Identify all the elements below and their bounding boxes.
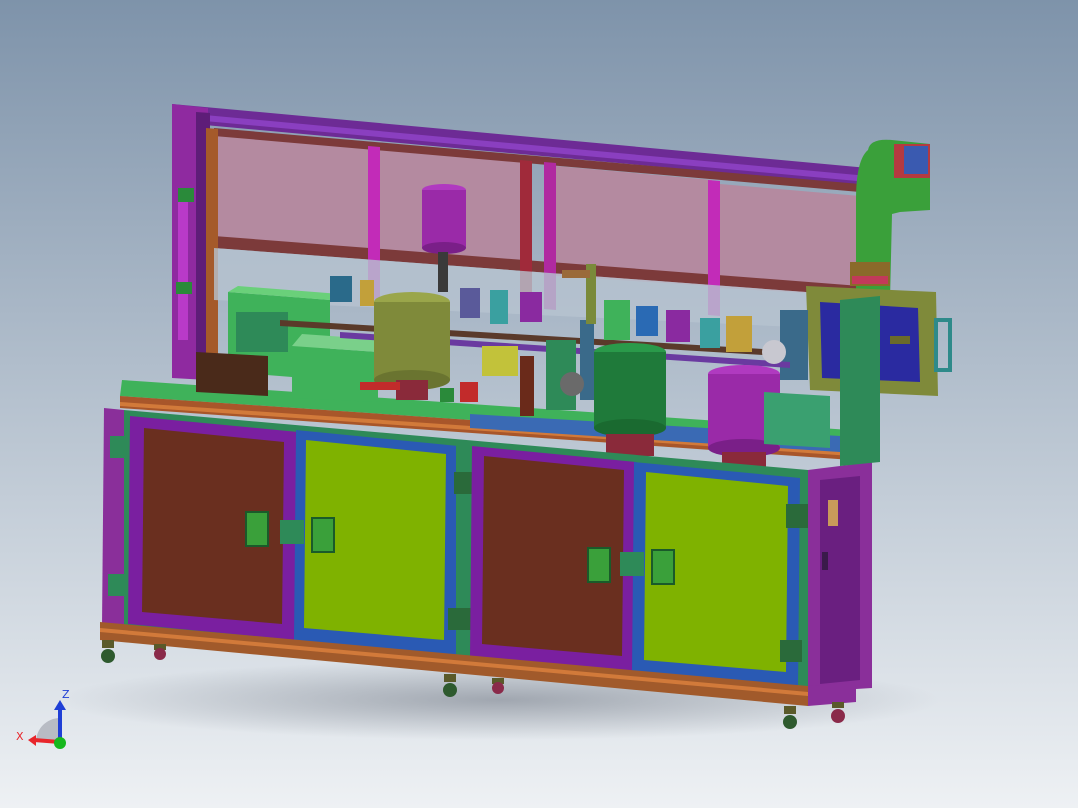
right-pedestal — [764, 392, 830, 448]
right-side-latch — [828, 500, 838, 526]
door-hinge-icon — [280, 520, 304, 544]
caster-wheel-icon — [154, 644, 166, 660]
left-column-slot — [178, 190, 188, 340]
cabinet-door-1[interactable] — [128, 416, 298, 640]
door-handle-icon[interactable] — [245, 511, 269, 547]
right-post-bracket — [780, 640, 802, 662]
elbow-collar-ring — [852, 276, 888, 284]
motor-mount — [780, 310, 808, 380]
door-hinge-icon — [620, 552, 644, 576]
right-upper-side — [840, 296, 880, 466]
mid-post-bracket — [448, 608, 474, 630]
actuator-body — [422, 190, 466, 248]
cabinet-door-4[interactable] — [620, 462, 800, 690]
cabinet-door-3[interactable] — [470, 446, 636, 672]
bowl-body — [374, 302, 450, 380]
cabinet-door-2[interactable] — [280, 430, 458, 656]
model-view[interactable]: Z X — [0, 0, 1078, 808]
caster-wheel-icon — [831, 702, 845, 723]
actuator-rod — [438, 252, 448, 292]
door-handle-icon[interactable] — [587, 547, 611, 583]
x-axis-label: X — [16, 730, 24, 743]
elbow-flange-cap — [904, 146, 928, 174]
door-handle-icon[interactable] — [651, 549, 675, 585]
left-column-bracket — [176, 282, 192, 294]
cad-viewport[interactable]: Z X — [0, 0, 1078, 808]
bowl-stand — [606, 434, 654, 456]
bowl-stand — [396, 380, 428, 400]
caster-wheel-icon — [783, 706, 797, 729]
electrical-block — [292, 346, 378, 402]
left-unit-motor — [236, 312, 288, 352]
z-axis-label: Z — [62, 688, 70, 701]
right-side-inner — [820, 476, 860, 684]
door-handle-icon[interactable] — [311, 517, 335, 553]
triad-origin-icon — [54, 737, 66, 749]
bowl-body — [594, 352, 666, 428]
left-column-bracket — [178, 188, 194, 202]
caster-wheel-icon — [492, 678, 504, 694]
right-side-slot — [822, 552, 828, 570]
motor-latch — [890, 336, 910, 344]
upright-post — [206, 128, 218, 360]
caster-wheel-icon — [443, 674, 457, 697]
caster-wheel-icon — [101, 640, 115, 663]
control-box — [196, 352, 268, 396]
right-post-bracket — [786, 504, 810, 528]
